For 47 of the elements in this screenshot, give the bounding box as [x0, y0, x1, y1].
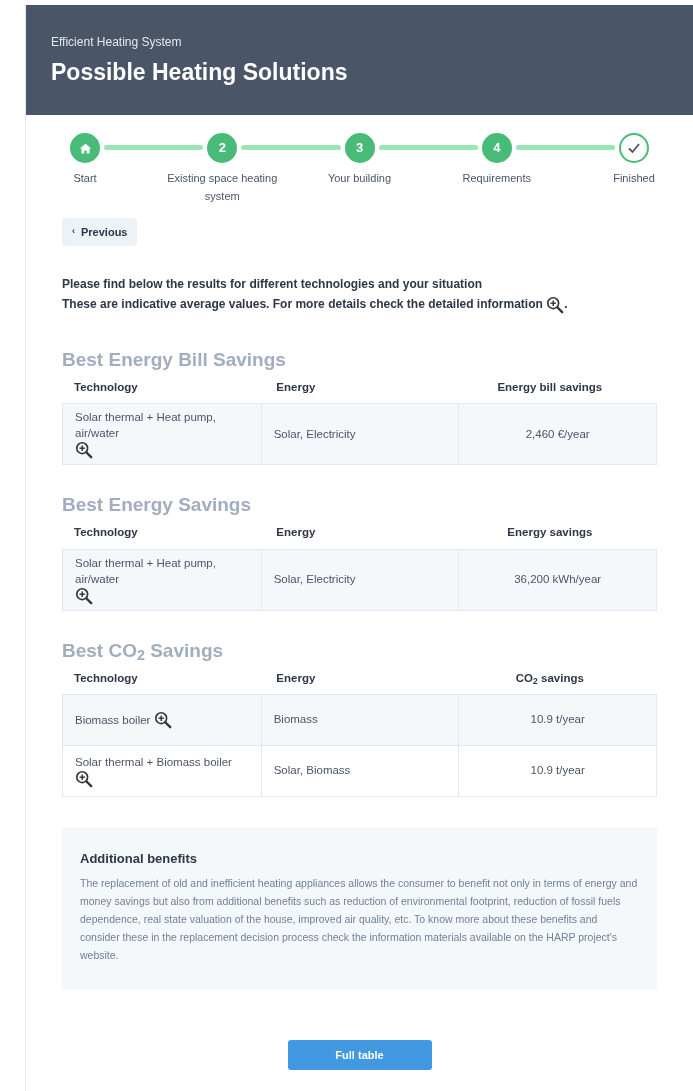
zoom-in-icon[interactable] — [75, 769, 93, 788]
section-title: Best Energy Bill Savings — [62, 350, 287, 369]
full-table-button[interactable]: Full table — [287, 1040, 432, 1071]
column-header: Energy bill savings — [496, 380, 604, 395]
home-icon — [78, 141, 92, 155]
column-header: Technology — [74, 670, 139, 686]
column-header: Technology — [74, 525, 139, 541]
column-header: Energy — [275, 670, 317, 686]
step-label: Start — [72, 171, 98, 186]
table-cell: Biomass — [260, 694, 459, 745]
step-number: 2 — [218, 139, 226, 158]
step-label: Requirements — [461, 171, 532, 186]
technology-name: Solar thermal + Heat pump, air/water — [75, 410, 217, 442]
table-cell: Solar, Biomass — [260, 745, 459, 796]
table-cell: 36,200 kWh/year — [458, 549, 656, 610]
table-cell: 2,460 €/year — [458, 404, 656, 465]
step-number: 4 — [493, 139, 501, 158]
zoom-in-icon[interactable] — [546, 295, 565, 314]
section-title: Best Energy Savings — [62, 495, 253, 515]
page-title: Possible Heating Solutions — [51, 58, 349, 87]
table-cell: 10.9 t/year — [458, 745, 656, 796]
step-number: 3 — [355, 139, 364, 158]
column-header: Technology — [74, 380, 139, 395]
technology-name: Solar thermal + Heat pump, air/water — [75, 555, 217, 587]
period-text: . — [564, 297, 568, 311]
table-cell: Solar, Electricity — [260, 549, 459, 610]
step-label: Your building — [326, 171, 393, 186]
zoom-in-icon[interactable] — [75, 441, 93, 460]
intro-text: These are indicative average values. For more details check the detailed information — [62, 297, 543, 311]
benefits-text: The replacement of old and inefficient heating appliances allows the consumer to benefit not only in terms of energy and money savings but also from additional benefits such as reduction of environmental footprint, reduction of fossil fuels dependence, real state valuation of the house, improved air quality, etc. To know more about these benefits and consider these in the replacement decision process check the information materials available on the HARP project's website. — [80, 876, 639, 964]
table-cell: Solar, Electricity — [260, 404, 459, 465]
intro-text: Please find below the results for different technologies and your situation — [62, 276, 484, 293]
column-header: Energy — [275, 525, 317, 541]
step-label: Finished — [612, 171, 656, 186]
section-title: Best CO$_{2}$ Savings — [62, 640, 225, 660]
zoom-in-icon[interactable] — [154, 710, 173, 729]
column-header: Energy savings — [506, 525, 594, 541]
header-subtitle: Efficient Heating System — [51, 34, 183, 51]
column-header: CO$_{2}$ savings — [514, 670, 585, 687]
table-cell: 10.9 t/year — [458, 694, 656, 745]
previous-button[interactable]: ‹ Previous — [62, 218, 138, 246]
technology-name: Biomass boiler — [75, 712, 151, 728]
step-label: Existing space heating system — [166, 171, 279, 204]
technology-name: Solar thermal + Biomass boiler — [75, 754, 232, 770]
benefits-title: Additional benefits — [80, 849, 198, 868]
column-header: Energy — [275, 380, 317, 395]
zoom-in-icon[interactable] — [75, 586, 93, 605]
